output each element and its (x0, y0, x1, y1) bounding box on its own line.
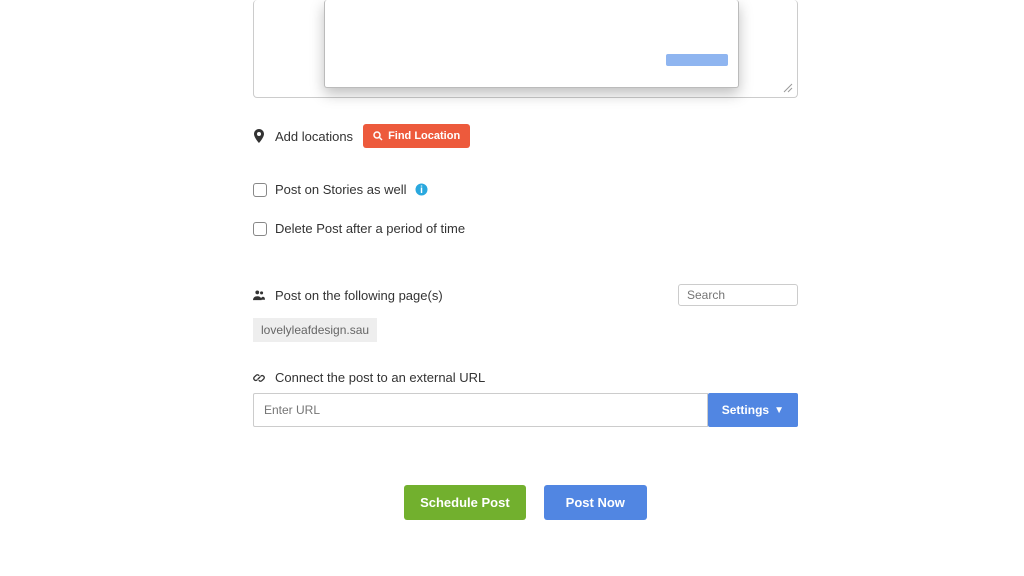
search-icon (373, 131, 383, 141)
action-buttons-row: Schedule Post Post Now (253, 485, 798, 520)
resize-handle-icon[interactable] (781, 81, 793, 93)
external-url-heading-row: Connect the post to an external URL (253, 370, 798, 385)
url-input[interactable] (253, 393, 708, 427)
find-location-button[interactable]: Find Location (363, 124, 470, 148)
chevron-down-icon: ▼ (774, 405, 784, 416)
stories-checkbox[interactable] (253, 183, 267, 197)
schedule-post-label: Schedule Post (420, 495, 510, 510)
delete-checkbox[interactable] (253, 222, 267, 236)
add-locations-label: Add locations (275, 129, 353, 144)
preview-accent-strip (666, 54, 728, 66)
post-now-label: Post Now (566, 495, 625, 510)
find-location-label: Find Location (388, 130, 460, 142)
locations-row: Add locations Find Location (253, 124, 798, 148)
schedule-post-button[interactable]: Schedule Post (404, 485, 526, 520)
url-settings-label: Settings (722, 403, 769, 417)
pages-header-row: Post on the following page(s) (253, 284, 798, 306)
stories-checkbox-row: Post on Stories as well i (253, 182, 798, 197)
external-url-heading-label: Connect the post to an external URL (275, 370, 485, 385)
url-input-row: Settings ▼ (253, 393, 798, 427)
stories-checkbox-label: Post on Stories as well (275, 182, 407, 197)
info-icon[interactable]: i (415, 183, 428, 196)
pages-search-input[interactable] (678, 284, 798, 306)
external-url-section: Connect the post to an external URL Sett… (253, 370, 798, 427)
delete-checkbox-row: Delete Post after a period of time (253, 221, 798, 236)
svg-text:i: i (420, 185, 423, 196)
pages-heading-wrap: Post on the following page(s) (253, 288, 443, 303)
outer-textarea[interactable] (253, 0, 798, 98)
link-icon (253, 372, 265, 384)
location-pin-icon (253, 129, 265, 143)
delete-checkbox-label: Delete Post after a period of time (275, 221, 465, 236)
post-now-button[interactable]: Post Now (544, 485, 647, 520)
inner-preview-panel (324, 0, 739, 88)
users-icon (253, 289, 265, 301)
options-section: Post on Stories as well i Delete Post af… (253, 182, 798, 236)
page-tag[interactable]: lovelyleafdesign.sau (253, 318, 377, 342)
compose-textarea-wrap (253, 0, 798, 100)
pages-heading-label: Post on the following page(s) (275, 288, 443, 303)
url-settings-button[interactable]: Settings ▼ (708, 393, 798, 427)
